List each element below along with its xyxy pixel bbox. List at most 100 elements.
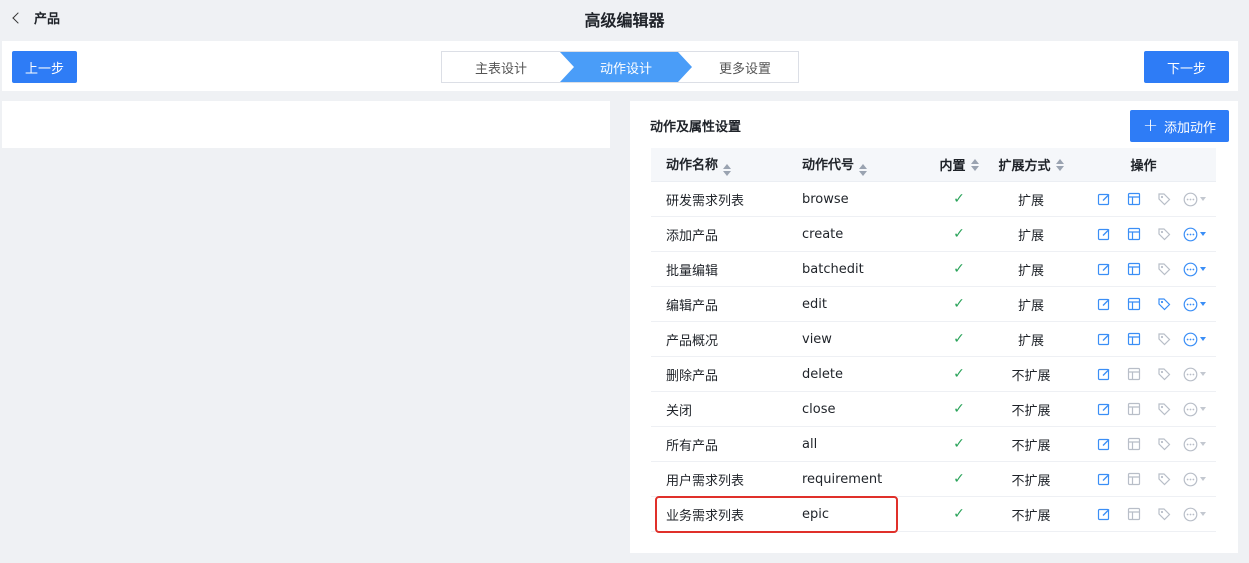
layout-action-button[interactable] [1119, 469, 1149, 489]
builtin-check-cell: ✓ [953, 191, 965, 207]
builtin-check-cell: ✓ [953, 331, 965, 347]
layout-action-button[interactable] [1119, 224, 1149, 244]
operations-cell [1071, 224, 1216, 244]
step-main-table-design[interactable]: 主表设计 [442, 52, 560, 82]
extension-cell: 扩展 [1017, 193, 1044, 209]
more-actions-dropdown[interactable] [1179, 434, 1209, 454]
operations-cell [1071, 399, 1216, 419]
action-name-cell: 批量编辑 [666, 263, 719, 279]
tag-action-button[interactable] [1149, 189, 1179, 209]
table-header: 动作名称 动作代号 内置 扩展方式 操作 [651, 148, 1216, 182]
table-row: 研发需求列表 browse ✓ 扩展 [651, 182, 1216, 217]
tag-icon [1158, 508, 1171, 521]
extension-cell: 不扩展 [1011, 508, 1051, 524]
builtin-check-cell: ✓ [953, 226, 965, 242]
layout-icon [1127, 367, 1141, 381]
edit-icon [1097, 298, 1110, 311]
more-icon [1183, 472, 1197, 486]
tag-action-button[interactable] [1149, 399, 1179, 419]
edit-action-button[interactable] [1089, 504, 1119, 524]
edit-action-button[interactable] [1089, 399, 1119, 419]
sort-icon[interactable] [723, 163, 732, 176]
layout-action-button[interactable] [1119, 329, 1149, 349]
more-actions-dropdown[interactable] [1179, 294, 1209, 314]
col-extension[interactable]: 扩展方式 [991, 155, 1071, 174]
edit-icon [1097, 438, 1110, 451]
caret-down-icon [1199, 512, 1206, 516]
edit-action-button[interactable] [1089, 259, 1119, 279]
next-step-button[interactable]: 下一步 [1144, 51, 1229, 83]
action-code-cell: epic [802, 506, 830, 522]
layout-action-button[interactable] [1119, 189, 1149, 209]
action-name-cell: 业务需求列表 [666, 508, 745, 524]
edit-action-button[interactable] [1089, 329, 1119, 349]
edit-icon [1097, 193, 1110, 206]
more-actions-dropdown[interactable] [1179, 259, 1209, 279]
col-builtin[interactable]: 内置 [927, 155, 991, 174]
edit-action-button[interactable] [1089, 469, 1119, 489]
prev-step-button[interactable]: 上一步 [12, 51, 77, 83]
add-action-button[interactable]: + 添加动作 [1130, 110, 1229, 142]
tag-action-button[interactable] [1149, 224, 1179, 244]
col-builtin-label: 内置 [939, 159, 966, 174]
action-name-cell: 研发需求列表 [666, 193, 745, 209]
step-more-settings[interactable]: 更多设置 [690, 52, 800, 82]
builtin-check-cell: ✓ [953, 296, 965, 312]
more-actions-dropdown[interactable] [1179, 329, 1209, 349]
edit-icon [1097, 403, 1110, 416]
layout-icon [1127, 402, 1141, 416]
tag-action-button[interactable] [1149, 364, 1179, 384]
more-icon [1183, 437, 1197, 451]
more-actions-dropdown[interactable] [1179, 364, 1209, 384]
more-actions-dropdown[interactable] [1179, 399, 1209, 419]
tag-icon [1158, 473, 1171, 486]
tag-action-button[interactable] [1149, 504, 1179, 524]
layout-action-button[interactable] [1119, 259, 1149, 279]
table-body: 研发需求列表 browse ✓ 扩展 添加产品 create ✓ 扩展 批量编辑 batchedi… [651, 182, 1216, 532]
layout-action-button[interactable] [1119, 434, 1149, 454]
layout-action-button[interactable] [1119, 504, 1149, 524]
more-actions-dropdown[interactable] [1179, 469, 1209, 489]
col-action-code[interactable]: 动作代号 [787, 154, 927, 176]
sort-icon[interactable] [970, 158, 979, 171]
operations-cell [1071, 329, 1216, 349]
edit-action-button[interactable] [1089, 294, 1119, 314]
more-icon [1183, 262, 1197, 276]
edit-action-button[interactable] [1089, 224, 1119, 244]
sort-icon[interactable] [1055, 158, 1064, 171]
tag-icon [1158, 228, 1171, 241]
edit-action-button[interactable] [1089, 189, 1119, 209]
layout-icon [1127, 262, 1141, 276]
sort-icon[interactable] [859, 163, 868, 176]
tag-action-button[interactable] [1149, 329, 1179, 349]
tag-action-button[interactable] [1149, 434, 1179, 454]
edit-action-button[interactable] [1089, 364, 1119, 384]
action-code-cell: close [802, 401, 836, 417]
layout-action-button[interactable] [1119, 294, 1149, 314]
more-actions-dropdown[interactable] [1179, 224, 1209, 244]
col-action-name[interactable]: 动作名称 [651, 154, 787, 176]
page-title: 高级编辑器 [584, 11, 665, 30]
extension-cell: 扩展 [1017, 333, 1044, 349]
action-name-cell: 所有产品 [666, 438, 719, 454]
top-bar: 产品 高级编辑器 [0, 0, 1249, 38]
layout-action-button[interactable] [1119, 399, 1149, 419]
tag-action-button[interactable] [1149, 469, 1179, 489]
action-name-cell: 产品概况 [666, 333, 719, 349]
more-actions-dropdown[interactable] [1179, 504, 1209, 524]
more-actions-dropdown[interactable] [1179, 189, 1209, 209]
edit-action-button[interactable] [1089, 434, 1119, 454]
builtin-check-cell: ✓ [953, 261, 965, 277]
layout-action-button[interactable] [1119, 364, 1149, 384]
tag-action-button[interactable] [1149, 259, 1179, 279]
table-row: 编辑产品 edit ✓ 扩展 [651, 287, 1216, 322]
action-name-cell: 删除产品 [666, 368, 719, 384]
step-action-design[interactable]: 动作设计 [560, 52, 692, 82]
caret-down-icon [1199, 477, 1206, 481]
layout-icon [1127, 472, 1141, 486]
layout-icon [1127, 507, 1141, 521]
extension-cell: 不扩展 [1011, 473, 1051, 489]
tag-icon [1158, 438, 1171, 451]
tag-action-button[interactable] [1149, 294, 1179, 314]
operations-cell [1071, 294, 1216, 314]
